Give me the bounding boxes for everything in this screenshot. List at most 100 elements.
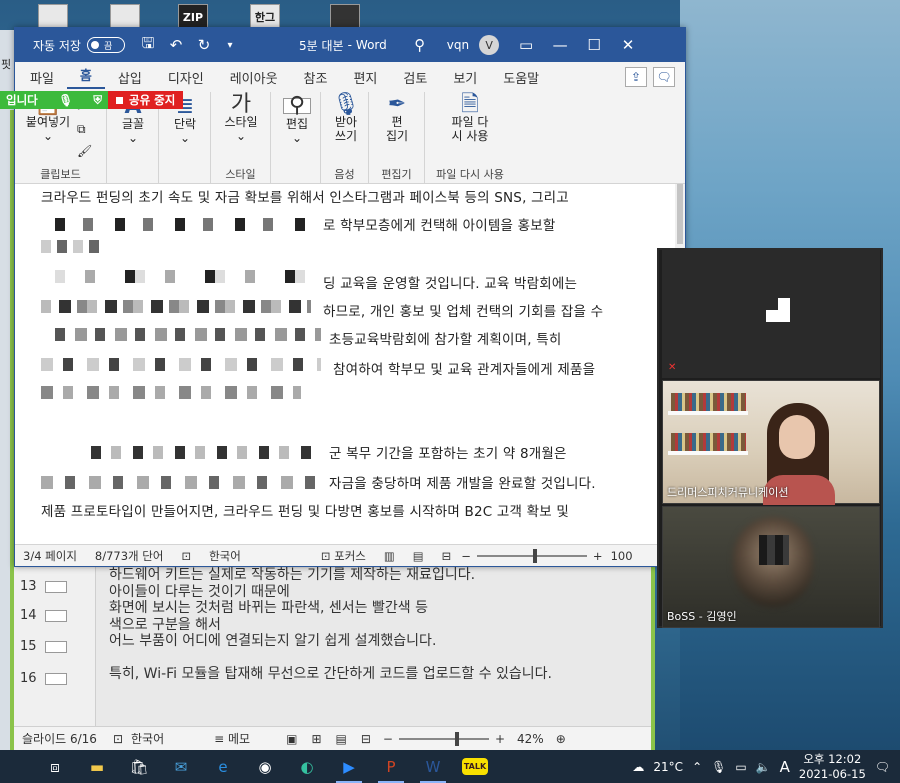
tab-review[interactable]: 검토 bbox=[390, 68, 440, 87]
styles-button[interactable]: 가 스타일 ⌄ bbox=[219, 94, 263, 144]
ppt-proofing-icon[interactable]: ⊡ bbox=[113, 732, 123, 746]
reuse-group: 🗎 파일 다 시 사용 파일 다시 사용 bbox=[425, 92, 515, 184]
save-icon[interactable]: 🖫 bbox=[137, 34, 159, 56]
notes-line: 색으로 구분을 해서 bbox=[109, 616, 221, 633]
powerpoint-icon[interactable]: P bbox=[370, 750, 412, 783]
reading-view-icon[interactable]: ▤ bbox=[336, 732, 347, 746]
ppt-memo-button[interactable]: ≡ 메모 bbox=[214, 730, 250, 747]
word-status-bar: 3/4 페이지 8/773개 단어 ⊡ 한국어 ⊡ 포커스 ▥ ▤ ⊟ − + … bbox=[15, 544, 685, 566]
microphone-tray-icon[interactable]: 🎙 bbox=[711, 760, 726, 774]
tab-help[interactable]: 도움말 bbox=[490, 68, 552, 87]
normal-view-icon[interactable]: ▣ bbox=[286, 732, 297, 746]
mic-icon[interactable]: 🎙 bbox=[58, 93, 73, 107]
volume-icon[interactable]: 🔈 bbox=[756, 760, 771, 774]
tab-home[interactable]: 홈 bbox=[66, 65, 105, 89]
customize-qat-icon[interactable]: ▾ bbox=[219, 34, 241, 56]
slideshow-icon[interactable]: ⊟ bbox=[361, 732, 371, 746]
zoom-in-icon[interactable]: + bbox=[593, 549, 603, 563]
close-icon[interactable]: ✕ bbox=[617, 34, 639, 56]
tab-view[interactable]: 보기 bbox=[440, 68, 490, 87]
clock[interactable]: 오후 12:02 2021-06-15 bbox=[799, 752, 866, 782]
proofing-icon[interactable]: ⊡ bbox=[181, 549, 191, 563]
scrollbar-thumb[interactable] bbox=[677, 184, 683, 244]
screen-share-bar: 입니다 🎙 ⛨ 공유 중지 bbox=[0, 91, 184, 109]
maximize-icon[interactable]: ☐ bbox=[583, 34, 605, 56]
ppt-zoom-in[interactable]: + bbox=[495, 732, 505, 746]
kakaotalk-icon[interactable]: TALK bbox=[454, 750, 496, 783]
print-layout-icon[interactable]: ▤ bbox=[413, 549, 424, 563]
weather-temp[interactable]: 21°C bbox=[653, 760, 683, 774]
editor-button[interactable]: ✒ 편 집기 bbox=[377, 94, 417, 144]
tab-design[interactable]: 디자인 bbox=[155, 68, 217, 87]
video-tile-participant2[interactable]: BoSS - 김영인 bbox=[662, 506, 880, 628]
show-hidden-icon[interactable]: ⌃ bbox=[692, 760, 702, 774]
slide-thumb-16[interactable]: 16 bbox=[20, 671, 67, 686]
chrome-icon[interactable]: ◉ bbox=[244, 750, 286, 783]
zoom-out-icon[interactable]: − bbox=[461, 549, 471, 563]
ribbon-tabs: 파일 홈 삽입 디자인 레이아웃 참조 편지 검토 보기 도움말 ⇪ 🗨 bbox=[15, 62, 685, 92]
edge-legacy-icon[interactable]: e bbox=[202, 750, 244, 783]
font-label: 글꼴 bbox=[121, 117, 145, 131]
word-icon[interactable]: W bbox=[412, 750, 454, 783]
dictate-button[interactable]: 🎙 받아 쓰기 bbox=[327, 94, 365, 144]
network-icon[interactable]: ▭ bbox=[735, 760, 746, 774]
format-painter-icon[interactable]: 🖌 bbox=[77, 144, 92, 158]
ppt-language[interactable]: 한국어 bbox=[131, 730, 164, 747]
tab-file[interactable]: 파일 bbox=[17, 68, 67, 87]
user-name[interactable]: vqn bbox=[447, 38, 469, 52]
slide-thumb-15[interactable]: 15 bbox=[20, 639, 67, 654]
task-view-icon[interactable]: ⧈ bbox=[34, 750, 76, 783]
editing-button[interactable]: ⚲ 편집 ⌄ bbox=[277, 95, 317, 145]
ppt-zoom-slider[interactable] bbox=[398, 731, 489, 746]
file-explorer-icon[interactable]: ▬ bbox=[76, 750, 118, 783]
slide-number: 14 bbox=[20, 608, 37, 623]
tab-layout[interactable]: 레이아웃 bbox=[217, 68, 291, 87]
page-count[interactable]: 3/4 페이지 bbox=[23, 548, 77, 564]
zoom-icon[interactable]: ▶ bbox=[328, 750, 370, 783]
ppt-zoom-level[interactable]: 42% bbox=[517, 732, 544, 746]
undo-icon[interactable]: ↶ bbox=[165, 34, 187, 56]
zoom-level[interactable]: 100 bbox=[611, 549, 633, 563]
notifications-icon[interactable]: 🗨 bbox=[875, 760, 890, 774]
word-count[interactable]: 8/773개 단어 bbox=[95, 548, 164, 564]
paste-label: 붙여넣기 bbox=[25, 115, 71, 129]
edge-icon[interactable]: ◐ bbox=[286, 750, 328, 783]
stop-share-button[interactable]: 공유 중지 bbox=[108, 91, 184, 109]
mail-icon[interactable]: ✉ bbox=[160, 750, 202, 783]
search-icon[interactable]: ⚲ bbox=[409, 34, 431, 56]
slide-thumb-13[interactable]: 13 bbox=[20, 579, 67, 594]
weather-icon[interactable]: ☁ bbox=[632, 760, 644, 774]
video-panel[interactable]: ✕ 드리머스피치커뮤니케이션 BoSS - 김영인 bbox=[657, 248, 883, 628]
speaker-notes[interactable]: 하드웨어 키트는 실제로 작동하는 기기를 제작하는 재료입니다. 아이들이 다… bbox=[109, 567, 639, 682]
video-tile-participant1[interactable]: 드리머스피치커뮤니케이션 bbox=[662, 380, 880, 505]
group-label: 음성 bbox=[334, 168, 355, 181]
slide-thumb-14[interactable]: 14 bbox=[20, 608, 67, 623]
web-layout-icon[interactable]: ⊟ bbox=[442, 549, 452, 563]
ime-indicator[interactable]: A bbox=[780, 758, 790, 776]
ppt-zoom-out[interactable]: − bbox=[383, 732, 393, 746]
zoom-slider[interactable] bbox=[476, 548, 587, 563]
language-indicator[interactable]: 한국어 bbox=[209, 548, 241, 564]
autosave-toggle[interactable]: 끔 bbox=[86, 37, 125, 53]
doc-text: 크라우드 펀딩의 초기 속도 및 자금 확보를 위해서 인스타그램과 페이스북 … bbox=[41, 190, 569, 206]
minimize-icon[interactable]: — bbox=[549, 34, 571, 56]
ribbon-display-icon[interactable]: ▭ bbox=[515, 34, 537, 56]
read-mode-icon[interactable]: ▥ bbox=[384, 549, 395, 563]
tab-references[interactable]: 참조 bbox=[291, 68, 341, 87]
tab-mailings[interactable]: 편지 bbox=[340, 68, 390, 87]
focus-button[interactable]: ⊡ 포커스 bbox=[321, 548, 366, 564]
reuse-files-button[interactable]: 🗎 파일 다 시 사용 bbox=[445, 94, 495, 144]
copy-icon[interactable]: ⧉ bbox=[77, 122, 86, 136]
share-icon[interactable]: ⇪ bbox=[625, 67, 647, 87]
comments-icon[interactable]: 🗨 bbox=[653, 67, 675, 87]
avatar[interactable]: V bbox=[479, 35, 500, 55]
slide-number: 16 bbox=[20, 671, 37, 686]
editor-label: 편 집기 bbox=[385, 115, 409, 143]
redo-icon[interactable]: ↻ bbox=[193, 34, 215, 56]
document-page[interactable]: 크라우드 펀딩의 초기 속도 및 자금 확보를 위해서 인스타그램과 페이스북 … bbox=[15, 184, 685, 546]
doc-text-line: 하므로, 개인 홍보 및 업체 컨택의 기회를 잡을 수 bbox=[323, 304, 604, 320]
tab-insert[interactable]: 삽입 bbox=[105, 68, 155, 87]
fit-slide-icon[interactable]: ⊕ bbox=[556, 732, 566, 746]
slide-sorter-icon[interactable]: ⊞ bbox=[311, 732, 321, 746]
store-icon[interactable]: 🛍 bbox=[118, 750, 160, 783]
